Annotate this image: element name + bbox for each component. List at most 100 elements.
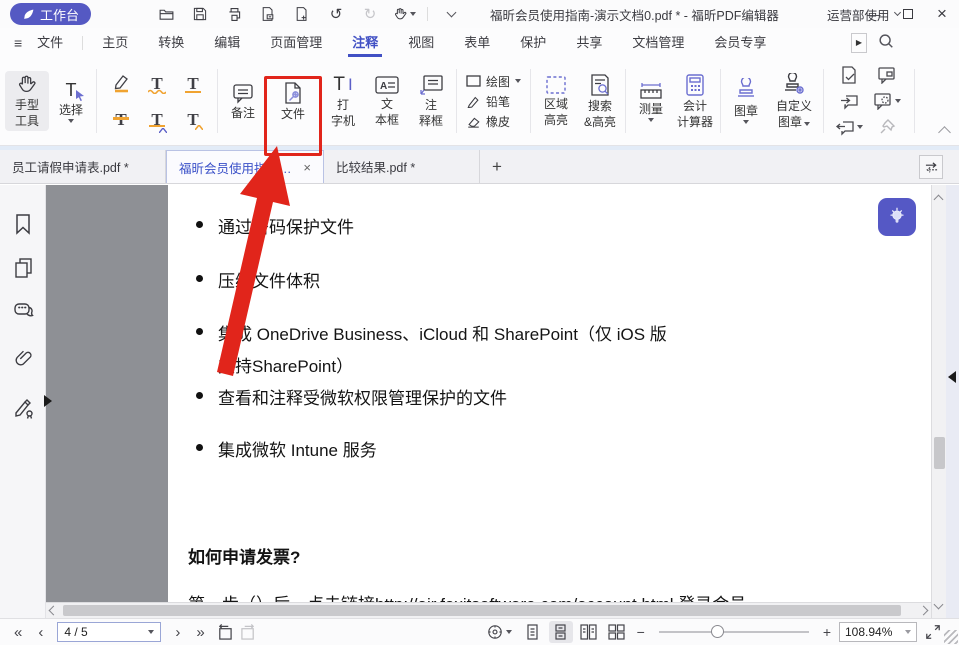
switch-tabs-button[interactable] [919,155,943,179]
document-viewport[interactable]: 通过密码保护文件 压缩文件体积 集成 OneDrive Business、iCl… [46,185,931,618]
menu-file[interactable]: 文件 [31,28,69,57]
previous-view-button[interactable] [213,622,237,642]
maximize-button[interactable] [891,0,925,28]
window-resize-grip[interactable] [944,630,958,644]
hand-gesture-icon[interactable] [391,3,417,25]
export-comments-icon[interactable] [831,114,867,140]
hand-icon [16,74,38,96]
pencil-tool-button[interactable]: 铅笔 [466,93,521,110]
eraser-tool-button[interactable]: 橡皮 [466,113,521,130]
redo-icon[interactable]: ↻ [357,3,383,25]
typewriter-button[interactable]: TI 打 字机 [321,71,365,131]
view-mode-button[interactable] [483,622,517,642]
smart-tip-bulb-button[interactable] [878,198,916,236]
close-tab-icon[interactable]: × [303,160,311,175]
scroll-down-arrow[interactable] [935,595,942,613]
print-icon[interactable] [221,3,247,25]
zoom-level-combobox[interactable]: 108.94% [839,622,917,642]
keep-tool-selected-pin-icon[interactable] [867,114,907,140]
menu-home[interactable]: 主页 [96,28,134,57]
file-attachment-button[interactable]: 文件 [271,78,315,124]
previous-page-button[interactable]: ‹ [30,625,51,640]
page-number-combobox[interactable]: 4 / 5 [57,622,161,642]
search-and-highlight-button[interactable]: 搜索 &高亮 [578,70,622,132]
menu-member-exclusive[interactable]: 会员专享 [708,28,772,57]
menu-doc-management[interactable]: 文档管理 [626,28,690,57]
expand-right-panel-handle[interactable] [948,371,956,383]
open-file-icon[interactable] [153,3,179,25]
menu-page-management[interactable]: 页面管理 [264,28,328,57]
next-page-button[interactable]: › [167,625,188,640]
scroll-up-arrow[interactable] [935,190,942,208]
zoom-out-button[interactable]: − [633,624,649,640]
expand-panel-handle[interactable] [44,395,52,407]
tab-compare-result[interactable]: 比较结果.pdf * [324,150,480,183]
new-page-icon[interactable] [289,3,315,25]
select-tool-button[interactable]: T 选择 [49,76,93,126]
single-page-layout-button[interactable] [521,621,545,643]
zoom-slider[interactable] [659,622,809,642]
zoom-in-button[interactable]: + [819,624,835,640]
chevron-down-icon[interactable] [438,3,464,25]
vertical-scroll-thumb[interactable] [934,437,945,469]
first-page-button[interactable]: « [6,625,30,640]
underline-tool-icon[interactable]: T [176,66,210,100]
fullscreen-button[interactable] [921,622,945,642]
tab-leave-request[interactable]: 员工请假申请表.pdf * [0,150,166,183]
save-icon[interactable] [187,3,213,25]
textbox-button[interactable]: A 文 本框 [365,72,409,130]
scroll-left-arrow[interactable] [46,607,61,614]
search-icon[interactable] [877,32,895,53]
menu-view[interactable]: 视图 [402,28,440,57]
menu-edit[interactable]: 编辑 [208,28,246,57]
continuous-layout-button[interactable] [549,621,573,643]
insert-text-tool-icon[interactable]: T [176,102,210,136]
page-thumbnails-panel-icon[interactable] [13,257,33,284]
menu-form[interactable]: 表单 [458,28,496,57]
collapse-ribbon-icon[interactable] [938,126,951,139]
close-button[interactable]: × [925,0,959,28]
custom-stamp-button[interactable]: 自定义 图章 [768,70,820,132]
export-page-icon[interactable] [255,3,281,25]
menu-convert[interactable]: 转换 [152,28,190,57]
highlight-tool-icon[interactable] [104,66,138,100]
area-highlight-button[interactable]: 区域 高亮 [534,72,578,130]
new-tab-button[interactable]: + [480,150,514,183]
callout-button[interactable]: 注 释框 [409,71,453,131]
menu-overflow-button[interactable]: ▶ [851,33,867,53]
horizontal-scrollbar[interactable] [46,602,931,618]
import-comments-icon[interactable] [831,88,867,114]
continuous-facing-layout-button[interactable] [605,621,629,643]
draw-shapes-button[interactable]: 绘图 [466,73,521,90]
hamburger-icon[interactable]: ≡ [14,35,22,51]
last-page-button[interactable]: » [188,625,212,640]
zoom-slider-thumb[interactable] [711,625,724,638]
comment-status-icon[interactable] [831,62,867,88]
horizontal-scroll-thumb[interactable] [63,605,901,616]
next-view-button[interactable] [237,622,261,642]
comments-panel-icon[interactable] [13,301,35,326]
replace-text-tool-icon[interactable]: T [140,102,174,136]
strikeout-tool-icon[interactable]: T [104,102,138,136]
attachments-panel-icon[interactable] [13,347,33,374]
facing-layout-button[interactable] [577,621,601,643]
accounting-calculator-button[interactable]: 会计 计算器 [673,70,717,132]
vertical-scrollbar[interactable] [931,185,946,618]
scroll-right-arrow[interactable] [916,607,931,614]
tab-member-guide-active[interactable]: 福昕会员使用指南-演... × [166,150,324,183]
stamp-button[interactable]: 图章 [724,75,768,127]
measure-button[interactable]: 测量 [629,77,673,125]
hand-tool-button[interactable]: 手型 工具 [5,71,49,131]
undo-icon[interactable]: ↺ [323,3,349,25]
menu-share[interactable]: 共享 [570,28,608,57]
bookmarks-panel-icon[interactable] [13,213,33,240]
note-comment-button[interactable]: 备注 [221,79,265,123]
workspace-button[interactable]: 工作台 [10,3,91,25]
comment-summary-icon[interactable] [867,88,907,114]
comment-popup-icon[interactable] [867,62,907,88]
minimize-button[interactable]: — [857,0,891,28]
squiggly-underline-tool-icon[interactable]: T [140,66,174,100]
menu-comment-active[interactable]: 注释 [346,28,384,57]
digital-signature-panel-icon[interactable] [13,397,35,424]
menu-protect[interactable]: 保护 [514,28,552,57]
